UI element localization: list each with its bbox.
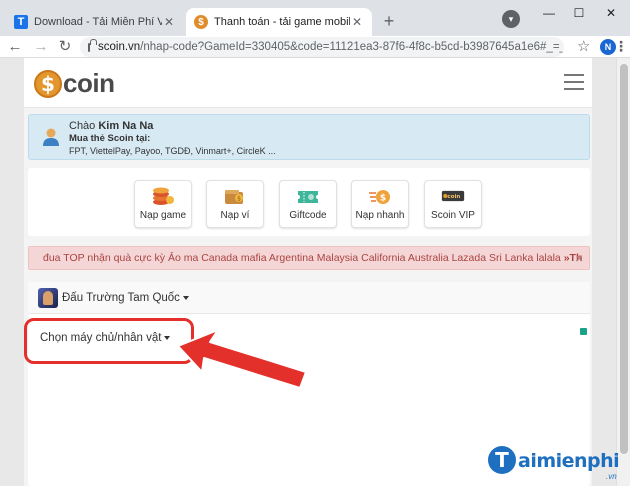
tab-title: Download - Tải Miễn Phí VN - Ph bbox=[34, 16, 162, 28]
tab-close-icon[interactable]: ✕ bbox=[350, 15, 364, 29]
new-tab-button[interactable]: + bbox=[378, 10, 400, 32]
lock-icon bbox=[88, 38, 97, 52]
address-bar[interactable]: scoin.vn/nhap-code?GameId=330405&code=11… bbox=[80, 37, 564, 57]
maximize-button[interactable]: ☐ bbox=[566, 4, 592, 22]
greeting-panel: Chào Kim Na Na Mua thẻ Scoin tại: FPT, V… bbox=[28, 114, 590, 160]
tab-taimienphi[interactable]: T Download - Tải Miễn Phí VN - Ph ✕ bbox=[6, 8, 184, 36]
tab-scoin[interactable]: $ Thanh toán - tải game mobile c ✕ bbox=[186, 8, 372, 36]
page-viewport: $ coin Chào Kim Na Na Mua thẻ Scoin tại:… bbox=[0, 58, 630, 486]
coins-stack-icon bbox=[153, 187, 174, 205]
tab-close-icon[interactable]: ✕ bbox=[162, 15, 176, 29]
browser-toolbar: ← → ↻ scoin.vn/nhap-code?GameId=330405&c… bbox=[0, 36, 630, 58]
url-path: /nhap-code?GameId=330405&code=11121ea3-8… bbox=[140, 41, 564, 53]
nap-vi-button[interactable]: $ Nạp ví bbox=[206, 180, 264, 228]
page-content: $ coin Chào Kim Na Na Mua thẻ Scoin tại:… bbox=[24, 58, 592, 486]
bookmark-star-icon[interactable]: ☆ bbox=[577, 37, 590, 55]
page-scrollbar[interactable] bbox=[616, 58, 630, 486]
svg-text:$: $ bbox=[237, 196, 241, 203]
scoin-favicon-icon: $ bbox=[194, 15, 208, 29]
site-header: $ coin bbox=[24, 58, 592, 108]
game-selector[interactable]: Đấu Trường Tam Quốc bbox=[28, 282, 590, 314]
dollar-coin-icon: $ bbox=[34, 69, 62, 98]
action-buttons-panel: Nạp game $ Nạp ví Giftcode $ Nạp nhanh c… bbox=[28, 168, 590, 236]
browser-menu-icon[interactable]: ⋮ bbox=[614, 38, 628, 55]
scrollbar-thumb[interactable] bbox=[620, 64, 628, 454]
nap-game-button[interactable]: Nạp game bbox=[134, 180, 192, 228]
close-window-button[interactable]: ✕ bbox=[598, 4, 624, 22]
giftcode-button[interactable]: Giftcode bbox=[279, 180, 337, 228]
action-label: Nạp nhanh bbox=[355, 210, 405, 221]
promo-marquee-text[interactable]: đua TOP nhận quà cực kỳ Ảo ma Canada maf… bbox=[43, 252, 582, 264]
forward-arrow-icon[interactable]: → bbox=[32, 38, 50, 56]
tab-title: Thanh toán - tải game mobile c bbox=[214, 16, 350, 28]
notice-close-icon[interactable]: × bbox=[575, 250, 583, 266]
nap-nhanh-button[interactable]: $ Nạp nhanh bbox=[351, 180, 409, 228]
game-thumbnail bbox=[38, 288, 58, 308]
caret-down-icon bbox=[164, 335, 171, 340]
action-label: Giftcode bbox=[289, 210, 327, 221]
caret-down-icon bbox=[182, 295, 189, 300]
back-arrow-icon[interactable]: ← bbox=[6, 38, 24, 56]
action-label: Nạp game bbox=[139, 210, 187, 221]
status-indicator bbox=[580, 328, 587, 335]
minimize-button[interactable]: — bbox=[536, 4, 562, 22]
user-avatar-icon bbox=[43, 128, 59, 146]
ticket-icon bbox=[298, 191, 318, 203]
greeting-text: Chào Kim Na Na bbox=[69, 120, 154, 132]
server-character-dropdown[interactable]: Chọn máy chủ/nhân vật bbox=[28, 320, 198, 354]
hamburger-menu-icon[interactable] bbox=[564, 74, 584, 90]
tab-strip: T Download - Tải Miễn Phí VN - Ph ✕ $ Th… bbox=[0, 0, 630, 36]
taimienphi-favicon-icon: T bbox=[14, 15, 28, 29]
user-name: Kim Na Na bbox=[98, 120, 154, 132]
action-label: Nạp ví bbox=[220, 210, 250, 221]
promo-notice-bar: đua TOP nhận quà cực kỳ Ảo ma Canada maf… bbox=[28, 246, 590, 270]
svg-text:$: $ bbox=[380, 194, 386, 204]
action-label: Scoin VIP bbox=[431, 210, 475, 221]
buy-card-label: Mua thẻ Scoin tại: bbox=[69, 133, 151, 144]
browser-window: T Download - Tải Miễn Phí VN - Ph ✕ $ Th… bbox=[0, 0, 630, 486]
tab-search-chevron-icon[interactable]: ▾ bbox=[502, 10, 520, 28]
fast-coin-icon: $ bbox=[369, 190, 390, 204]
reload-icon[interactable]: ↻ bbox=[56, 38, 74, 56]
url-host: scoin.vn bbox=[98, 41, 141, 53]
vip-card-icon: coin bbox=[441, 190, 465, 202]
scoin-logo[interactable]: $ coin bbox=[34, 68, 115, 99]
wallet-coin-icon: $ bbox=[225, 190, 243, 204]
scoin-vip-button[interactable]: coin Scoin VIP bbox=[424, 180, 482, 228]
game-panel: Đấu Trường Tam Quốc Chọn máy chủ/nhân vậ… bbox=[28, 282, 590, 486]
logo-text: coin bbox=[63, 68, 115, 98]
vendor-list: FPT, ViettelPay, Payoo, TGDĐ, Vinmart+, … bbox=[69, 146, 276, 156]
svg-text:coin: coin bbox=[447, 194, 460, 200]
game-name-dropdown[interactable]: Đấu Trường Tam Quốc bbox=[62, 292, 189, 304]
